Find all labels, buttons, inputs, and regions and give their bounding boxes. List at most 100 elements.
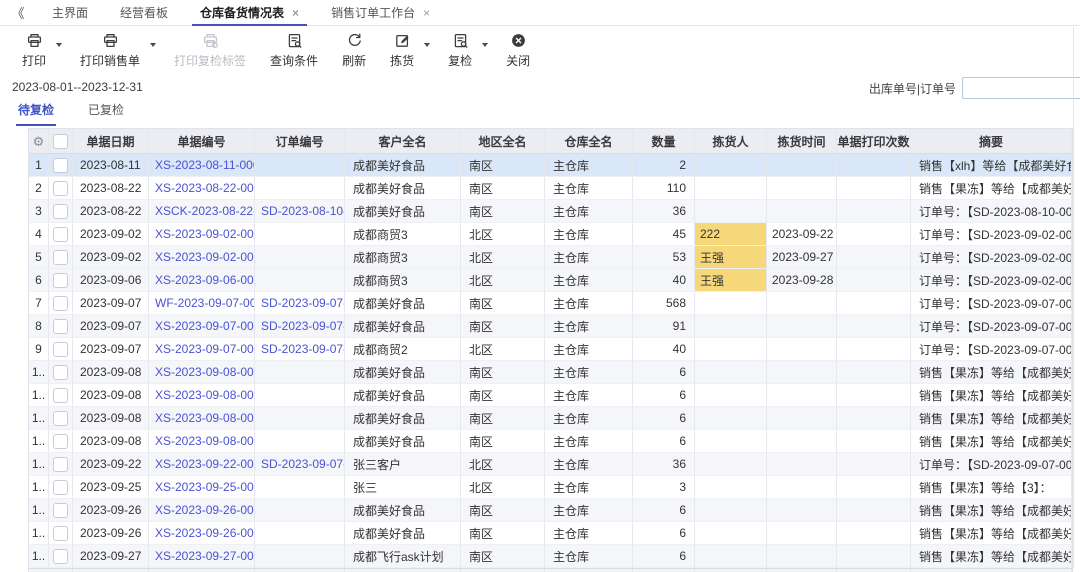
table-row[interactable]: 1.. 2023-09-08XS-2023-09-08-00027 成都美好食品南区… xyxy=(29,430,1072,453)
order-number-link[interactable]: SD-2023-08-10-00002 xyxy=(255,200,345,222)
search-input[interactable] xyxy=(962,77,1080,99)
doc-number-link[interactable]: XS-2023-09-06-00018 xyxy=(149,269,255,291)
column-header-customer[interactable]: 客户全名 xyxy=(345,129,461,153)
table-row[interactable]: 4 2023-09-02XS-2023-09-02-00016 成都商贸3北区主仓库… xyxy=(29,223,1072,246)
print-sales-order-button[interactable]: 打印销售单 xyxy=(68,30,162,71)
tab-main-screen[interactable]: 主界面 xyxy=(36,0,104,25)
row-checkbox[interactable] xyxy=(49,177,73,199)
row-checkbox[interactable] xyxy=(49,545,73,567)
chevron-down-icon[interactable] xyxy=(424,42,431,47)
column-header-warehouse[interactable]: 仓库全名 xyxy=(545,129,633,153)
collapse-tabs-icon[interactable]: 《 xyxy=(0,0,36,25)
doc-number-link[interactable]: XS-2023-09-08-00024 xyxy=(149,361,255,383)
order-number-link[interactable] xyxy=(255,430,345,452)
row-checkbox[interactable] xyxy=(49,269,73,291)
table-row[interactable]: 3 2023-08-22XSCK-2023-08-22-00001SD-2023-… xyxy=(29,200,1072,223)
order-number-link[interactable] xyxy=(255,522,345,544)
order-number-link[interactable] xyxy=(255,154,345,176)
table-row[interactable]: 9 2023-09-07XS-2023-09-07-00023SD-2023-09… xyxy=(29,338,1072,361)
order-number-link[interactable] xyxy=(255,269,345,291)
order-number-link[interactable] xyxy=(255,499,345,521)
order-number-link[interactable] xyxy=(255,177,345,199)
row-checkbox[interactable] xyxy=(49,476,73,498)
doc-number-link[interactable]: XS-2023-08-11-00013 xyxy=(149,154,255,176)
column-header-summary[interactable]: 摘要 xyxy=(911,129,1072,153)
row-checkbox[interactable] xyxy=(49,384,73,406)
chevron-down-icon[interactable] xyxy=(56,42,63,47)
row-checkbox[interactable] xyxy=(49,522,73,544)
row-checkbox[interactable] xyxy=(49,453,73,475)
table-row[interactable]: 6 2023-09-06XS-2023-09-06-00018 成都商贸3北区主仓库… xyxy=(29,269,1072,292)
column-header-pick-time[interactable]: 拣货时间 xyxy=(767,129,837,153)
row-checkbox[interactable] xyxy=(49,315,73,337)
refresh-button[interactable]: 刷新 xyxy=(330,30,378,71)
order-number-link[interactable] xyxy=(255,545,345,567)
order-number-link[interactable]: SD-2023-09-07-00009 xyxy=(255,292,345,314)
order-number-link[interactable] xyxy=(255,246,345,268)
table-row[interactable]: 1.. 2023-09-08XS-2023-09-08-00025 成都美好食品南区… xyxy=(29,384,1072,407)
tab-close-icon[interactable]: × xyxy=(423,7,430,19)
doc-number-link[interactable]: XS-2023-09-02-00016 xyxy=(149,223,255,245)
column-header-doc-number[interactable]: 单据编号 xyxy=(149,129,255,153)
tab-warehouse-stock-report[interactable]: 仓库备货情况表 × xyxy=(184,0,315,26)
recheck-button[interactable]: 复检 xyxy=(436,30,494,71)
row-checkbox[interactable] xyxy=(49,407,73,429)
order-number-link[interactable] xyxy=(255,384,345,406)
order-number-link[interactable] xyxy=(255,476,345,498)
print-button[interactable]: 打印 xyxy=(10,30,68,71)
table-row[interactable]: 2 2023-08-22XS-2023-08-22-00014 成都美好食品南区主仓… xyxy=(29,177,1072,200)
table-row[interactable]: 1.. 2023-09-26XS-2023-09-26-00033 成都美好食品南区… xyxy=(29,522,1072,545)
table-row[interactable]: 1.. 2023-09-27XS-2023-09-27-00034 成都飞行ask计… xyxy=(29,545,1072,568)
table-row[interactable]: 1 2023-08-11XS-2023-08-11-00013 成都美好食品南区主仓… xyxy=(29,154,1072,177)
chevron-down-icon[interactable] xyxy=(150,42,157,47)
doc-number-link[interactable]: XS-2023-08-22-00014 xyxy=(149,177,255,199)
doc-number-link[interactable]: XS-2023-09-07-00022 xyxy=(149,315,255,337)
order-number-link[interactable] xyxy=(255,223,345,245)
order-number-link[interactable]: SD-2023-09-07-00017 xyxy=(255,315,345,337)
column-header-print-count[interactable]: 单据打印次数 xyxy=(837,129,911,153)
column-header-doc-date[interactable]: 单据日期 xyxy=(73,129,149,153)
table-row[interactable]: 8 2023-09-07XS-2023-09-07-00022SD-2023-09… xyxy=(29,315,1072,338)
chevron-down-icon[interactable] xyxy=(482,42,489,47)
column-header-quantity[interactable]: 数量 xyxy=(633,129,695,153)
row-checkbox[interactable] xyxy=(49,430,73,452)
row-checkbox[interactable] xyxy=(49,200,73,222)
doc-number-link[interactable]: XS-2023-09-07-00023 xyxy=(149,338,255,360)
doc-number-link[interactable]: XS-2023-09-08-00026 xyxy=(149,407,255,429)
doc-number-link[interactable]: XS-2023-09-25-00031 xyxy=(149,476,255,498)
table-row[interactable]: 1.. 2023-09-08XS-2023-09-08-00024 成都美好食品南区… xyxy=(29,361,1072,384)
doc-number-link[interactable]: XS-2023-09-26-00032 xyxy=(149,499,255,521)
column-header-order-number[interactable]: 订单编号 xyxy=(255,129,345,153)
doc-number-link[interactable]: XS-2023-09-22-00030 xyxy=(149,453,255,475)
table-row[interactable]: 1.. 2023-09-25XS-2023-09-25-00031 张三北区主仓库3… xyxy=(29,476,1072,499)
tab-close-icon[interactable]: × xyxy=(292,7,299,19)
row-checkbox[interactable] xyxy=(49,246,73,268)
pick-goods-button[interactable]: 拣货 xyxy=(378,30,436,71)
doc-number-link[interactable]: WF-2023-09-07-00003 xyxy=(149,292,255,314)
column-header-picker[interactable]: 拣货人 xyxy=(695,129,767,153)
column-settings-button[interactable]: ⚙ xyxy=(29,129,49,153)
tab-rechecked[interactable]: 已复检 xyxy=(86,99,126,126)
date-range-filter[interactable]: 2023-08-01--2023-12-31 xyxy=(12,80,143,94)
tab-pending-recheck[interactable]: 待复检 xyxy=(16,99,57,126)
tab-business-dashboard[interactable]: 经营看板 xyxy=(104,0,184,25)
doc-number-link[interactable]: XS-2023-09-27-00034 xyxy=(149,545,255,567)
table-row[interactable]: 1.. 2023-09-26XS-2023-09-26-00032 成都美好食品南区… xyxy=(29,499,1072,522)
order-number-link[interactable]: SD-2023-09-07-00014 xyxy=(255,338,345,360)
table-row[interactable]: 1.. 2023-09-08XS-2023-09-08-00026 成都美好食品南区… xyxy=(29,407,1072,430)
close-button[interactable]: 关闭 xyxy=(494,30,542,71)
doc-number-link[interactable]: XS-2023-09-02-00017 xyxy=(149,246,255,268)
doc-number-link[interactable]: XS-2023-09-08-00025 xyxy=(149,384,255,406)
doc-number-link[interactable]: XSCK-2023-08-22-00001 xyxy=(149,200,255,222)
select-all-checkbox[interactable] xyxy=(49,129,73,153)
table-row[interactable]: 1.. 2023-09-22XS-2023-09-22-00030SD-2023-… xyxy=(29,453,1072,476)
order-number-link[interactable] xyxy=(255,407,345,429)
row-checkbox[interactable] xyxy=(49,499,73,521)
order-number-link[interactable]: SD-2023-09-07-00005 xyxy=(255,453,345,475)
doc-number-link[interactable]: XS-2023-09-08-00027 xyxy=(149,430,255,452)
order-number-link[interactable] xyxy=(255,361,345,383)
doc-number-link[interactable]: XS-2023-09-26-00033 xyxy=(149,522,255,544)
row-checkbox[interactable] xyxy=(49,154,73,176)
row-checkbox[interactable] xyxy=(49,223,73,245)
query-conditions-button[interactable]: 查询条件 xyxy=(258,30,330,71)
